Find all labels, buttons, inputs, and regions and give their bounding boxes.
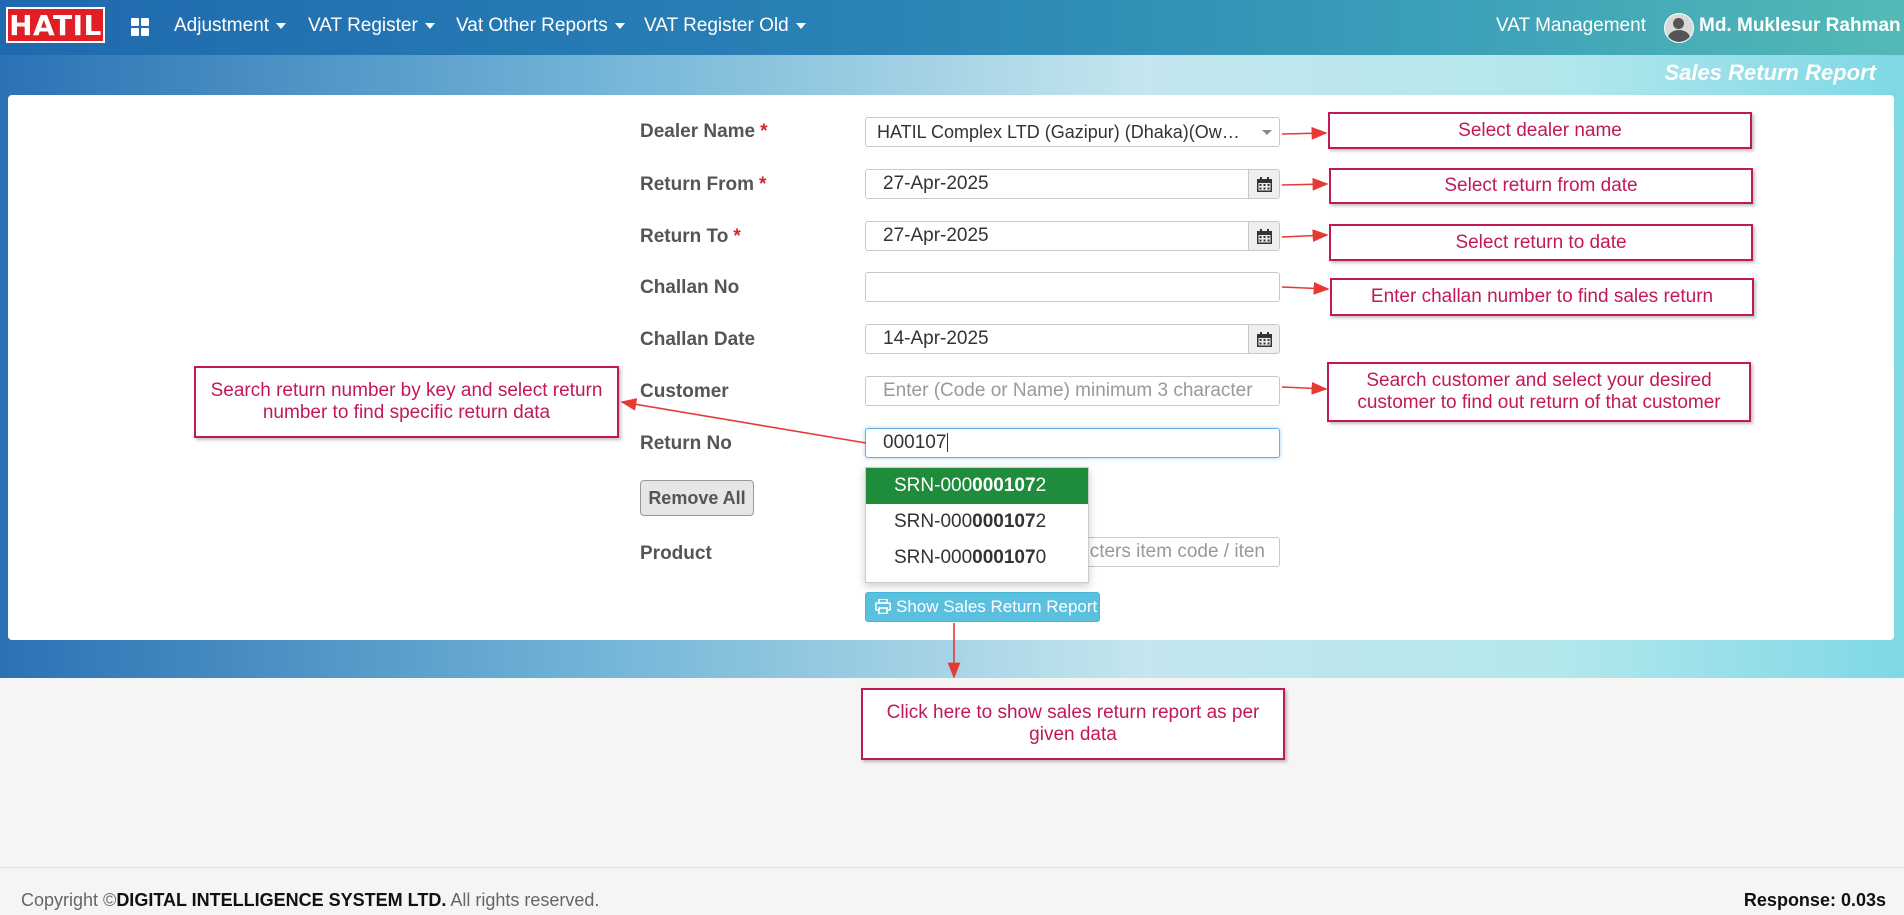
annotation-return-from: Select return from date (1329, 168, 1753, 204)
annotation-challan: Enter challan number to find sales retur… (1330, 278, 1754, 316)
arrow-return-to (1281, 229, 1329, 243)
annotation-return-no: Search return number by key and select r… (194, 366, 619, 438)
annotation-customer: Search customer and select your desired … (1327, 362, 1751, 422)
annotation-return-to: Select return to date (1329, 224, 1753, 261)
annotation-show: Click here to show sales return report a… (861, 688, 1285, 760)
arrow-customer (1281, 381, 1328, 395)
response-time: Response: 0.03s (1743, 890, 1886, 910)
copyright: Copyright ©DIGITAL INTELLIGENCE SYSTEM L… (21, 890, 600, 910)
annotation-dealer: Select dealer name (1328, 112, 1752, 149)
arrow-return-no (620, 398, 867, 444)
arrow-return-from (1281, 177, 1329, 191)
footer: Copyright ©DIGITAL INTELLIGENCE SYSTEM L… (0, 867, 1904, 915)
arrow-challan (1281, 281, 1330, 295)
arrow-dealer (1281, 126, 1328, 140)
